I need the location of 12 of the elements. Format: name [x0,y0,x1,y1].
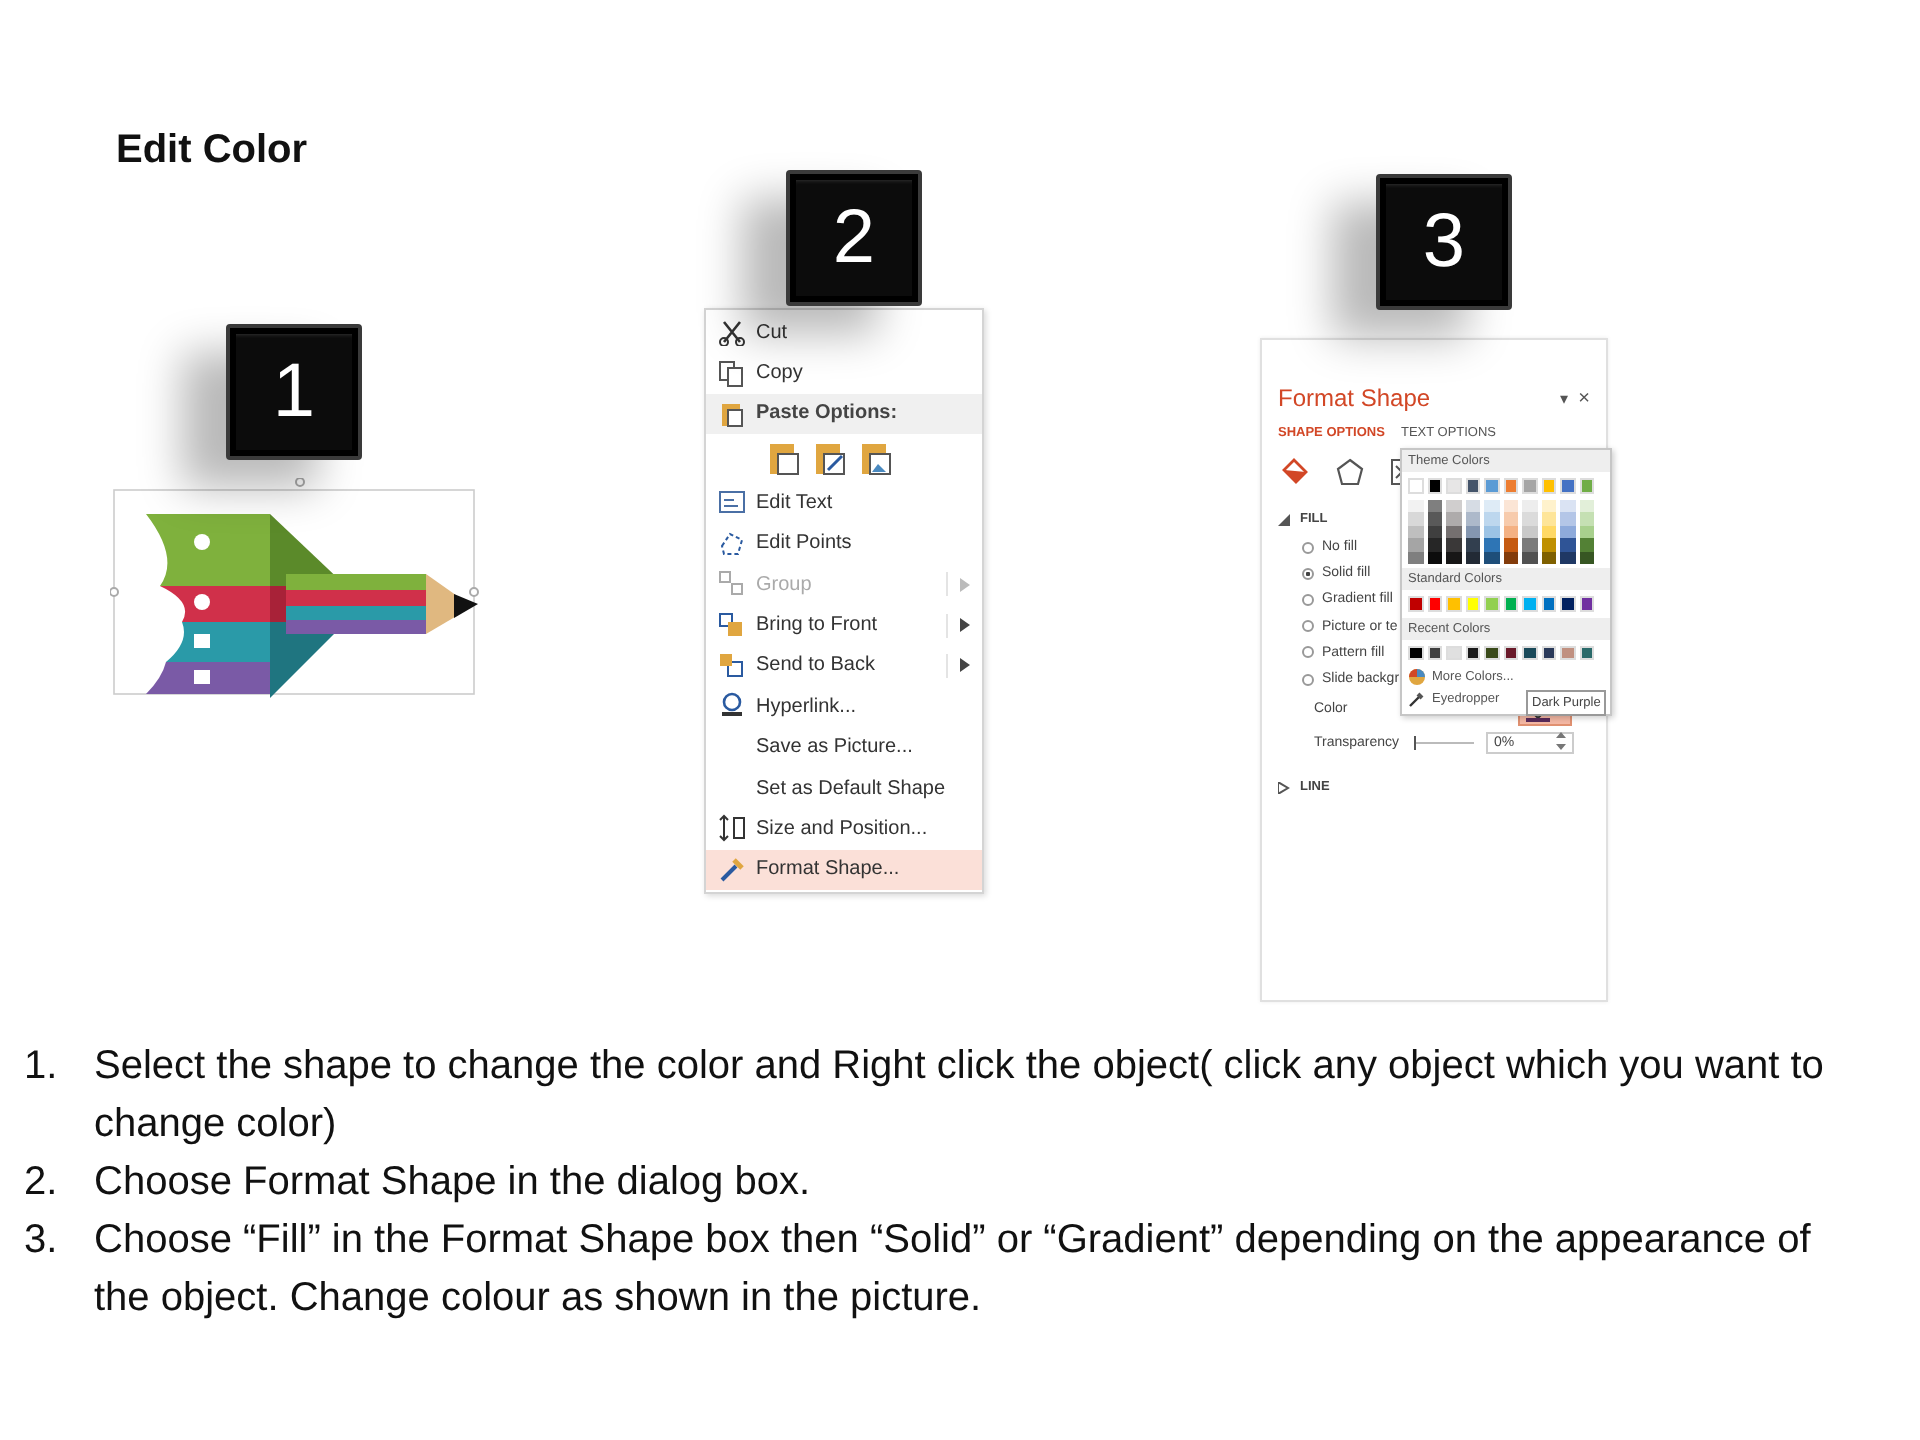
list-number: 2. [24,1158,60,1208]
pane-title: Format Shape [1278,384,1433,412]
instruction-text: Choose “Fill” in the Format Shape box then “Solid” or “Gradient” depending on the appearance of the object. Change colour as shown in the picture. [94,1216,1813,1324]
slide-title: Edit Color [116,128,308,174]
list-number: 1. [24,1042,60,1092]
step-number-badge: 2 [786,170,922,306]
menu-section-label: Paste Options: [756,402,900,425]
step-number-badge: 1 [226,324,362,460]
instruction-text: Choose Format Shape in the dialog box. [94,1158,812,1208]
step-number-badge: 3 [1376,174,1512,310]
instruction-text: Select the shape to change the color and Right click the object( click any object which you want to change color) [94,1042,1826,1150]
list-number: 3. [24,1216,60,1266]
